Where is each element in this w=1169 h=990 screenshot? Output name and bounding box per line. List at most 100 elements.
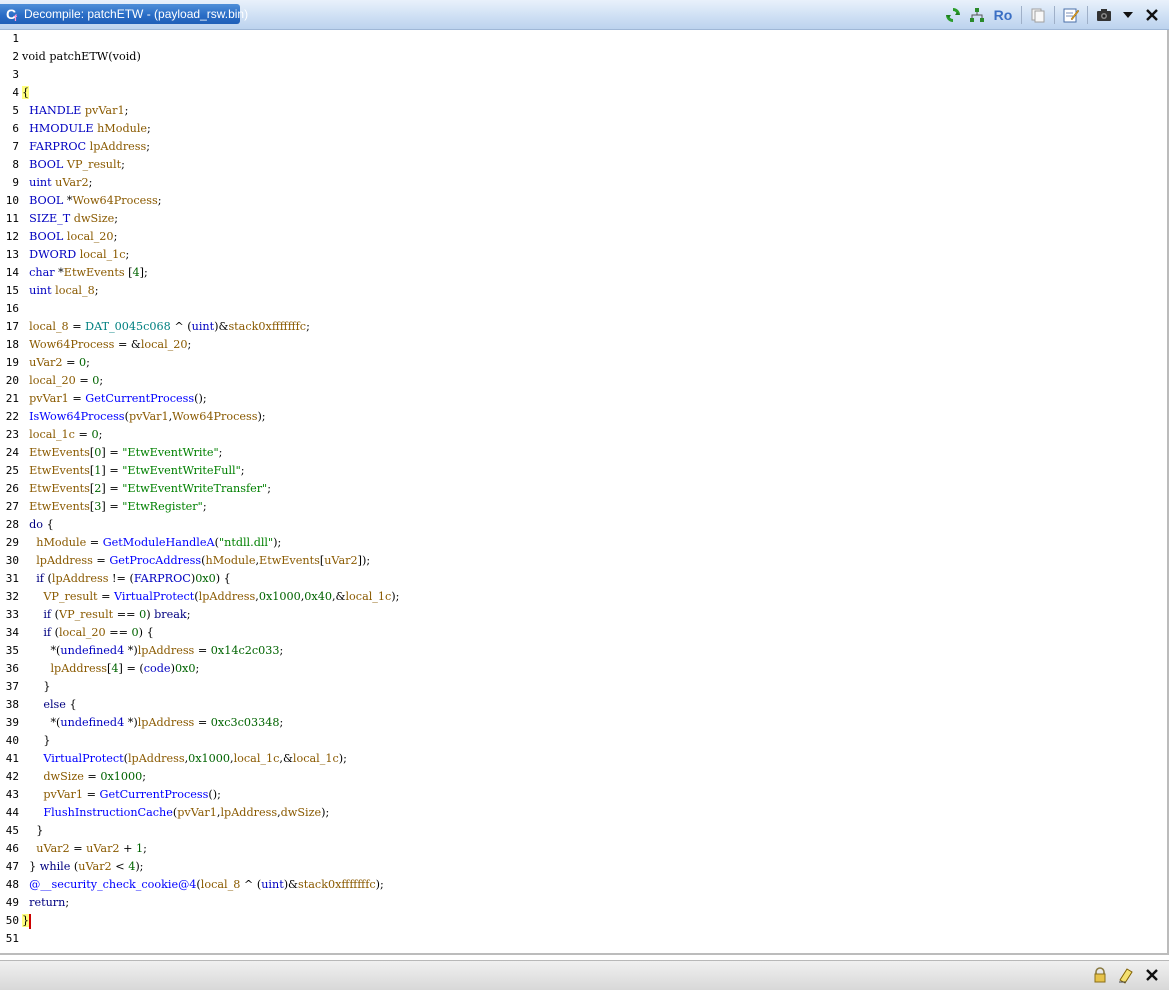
code-token[interactable]: =: [194, 644, 211, 657]
code-token[interactable]: VirtualProtect: [114, 590, 194, 603]
code-line[interactable]: 33 if (VP_result == 0) break;: [0, 606, 1160, 624]
code-line[interactable]: 18 Wow64Process = &local_20;: [0, 336, 1160, 354]
code-token[interactable]: (: [51, 626, 59, 639]
code-token[interactable]: );: [273, 536, 281, 549]
code-line[interactable]: 29 hModule = GetModuleHandleA("ntdll.dll…: [0, 534, 1160, 552]
code-token[interactable]: FlushInstructionCache: [43, 806, 173, 819]
code-token[interactable]: GetModuleHandleA: [103, 536, 215, 549]
code-token[interactable]: {: [43, 518, 54, 531]
code-line[interactable]: 41 VirtualProtect(lpAddress,0x1000,local…: [0, 750, 1160, 768]
code-token[interactable]: local_1c: [345, 590, 391, 603]
code-token[interactable]: ;: [114, 212, 118, 225]
code-token[interactable]: [22, 626, 43, 639]
code-line[interactable]: 40 }: [0, 732, 1160, 750]
code-token[interactable]: stack0xfffffffc: [298, 878, 376, 891]
code-token[interactable]: ;: [126, 248, 130, 261]
code-token[interactable]: if: [36, 572, 44, 585]
code-line[interactable]: 23 local_1c = 0;: [0, 426, 1160, 444]
code-token[interactable]: ,&: [332, 590, 346, 603]
code-line[interactable]: 42 dwSize = 0x1000;: [0, 768, 1160, 786]
code-line[interactable]: 2 void patchETW(void): [0, 48, 1160, 66]
code-token[interactable]: void: [22, 50, 49, 63]
lock-icon[interactable]: [1089, 964, 1111, 986]
code-token[interactable]: = &: [114, 338, 141, 351]
code-token[interactable]: GetProcAddress: [109, 554, 201, 567]
code-token[interactable]: ;: [279, 644, 283, 657]
code-token[interactable]: =: [83, 788, 100, 801]
code-token[interactable]: =: [69, 392, 86, 405]
code-token[interactable]: EtwEvents: [29, 464, 90, 477]
code-token[interactable]: HMODULE: [29, 122, 93, 135]
code-line[interactable]: 26 EtwEvents[2] = "EtwEventWriteTransfer…: [0, 480, 1160, 498]
refresh-icon[interactable]: [942, 4, 964, 26]
code-token[interactable]: hModule: [97, 122, 147, 135]
code-token[interactable]: VP_result: [67, 158, 121, 171]
code-line[interactable]: 50}: [0, 912, 1160, 930]
code-token[interactable]: [22, 608, 43, 621]
code-token[interactable]: Wow64Process: [29, 338, 114, 351]
code-token[interactable]: 0x14c2c033: [211, 644, 280, 657]
code-line[interactable]: 17 local_8 = DAT_0045c068 ^ (uint)&stack…: [0, 318, 1160, 336]
code-token[interactable]: );: [376, 878, 384, 891]
code-token[interactable]: [22, 752, 43, 765]
code-line[interactable]: 1: [0, 30, 1160, 48]
code-line[interactable]: 47 } while (uVar2 < 4);: [0, 858, 1160, 876]
code-token[interactable]: hModule: [36, 536, 86, 549]
code-token[interactable]: +: [120, 842, 137, 855]
code-token[interactable]: local_8: [55, 284, 95, 297]
code-token[interactable]: local_8: [201, 878, 241, 891]
code-token[interactable]: local_20: [29, 374, 76, 387]
code-token[interactable]: != (: [108, 572, 134, 585]
code-token[interactable]: =: [194, 716, 211, 729]
copy-icon[interactable]: [1027, 4, 1049, 26]
code-token[interactable]: );: [391, 590, 399, 603]
code-line[interactable]: 12 BOOL local_20;: [0, 228, 1160, 246]
code-token[interactable]: =: [75, 428, 92, 441]
code-line[interactable]: 38 else {: [0, 696, 1160, 714]
code-token[interactable]: =: [69, 320, 86, 333]
code-token[interactable]: =: [76, 374, 93, 387]
code-token[interactable]: GetCurrentProcess: [85, 392, 194, 405]
code-token[interactable]: );: [135, 860, 143, 873]
code-token[interactable]: else: [43, 698, 66, 711]
code-token[interactable]: "EtwEventWriteTransfer": [122, 482, 267, 495]
code-token[interactable]: undefined4: [60, 716, 124, 729]
code-token[interactable]: Wow64Process: [172, 410, 257, 423]
code-line[interactable]: 35 *(undefined4 *)lpAddress = 0x14c2c033…: [0, 642, 1160, 660]
code-token[interactable]: DWORD: [29, 248, 76, 261]
code-line[interactable]: 10 BOOL *Wow64Process;: [0, 192, 1160, 210]
code-token[interactable]: "EtwRegister": [122, 500, 203, 513]
code-token[interactable]: );: [257, 410, 265, 423]
code-token[interactable]: );: [339, 752, 347, 765]
code-token[interactable]: ]);: [358, 554, 371, 567]
code-token[interactable]: "EtwEventWrite": [122, 446, 218, 459]
code-line[interactable]: 46 uVar2 = uVar2 + 1;: [0, 840, 1160, 858]
code-token[interactable]: }: [22, 734, 50, 747]
code-token[interactable]: ) {: [216, 572, 231, 585]
code-token[interactable]: ) {: [139, 626, 154, 639]
code-token[interactable]: ;: [125, 104, 129, 117]
code-token[interactable]: ;: [188, 338, 192, 351]
code-token[interactable]: ;: [95, 284, 99, 297]
code-token[interactable]: )&: [214, 320, 228, 333]
code-line[interactable]: 44 FlushInstructionCache(pvVar1,lpAddres…: [0, 804, 1160, 822]
code-token[interactable]: ;: [306, 320, 310, 333]
code-token[interactable]: lpAddress: [220, 806, 277, 819]
code-token[interactable]: 0x1000: [100, 770, 142, 783]
code-token[interactable]: if: [43, 626, 51, 639]
code-token[interactable]: [22, 698, 43, 711]
code-token[interactable]: DAT_0045c068: [85, 320, 171, 333]
code-token[interactable]: ;: [267, 482, 271, 495]
code-token[interactable]: ;: [187, 608, 191, 621]
code-token[interactable]: 0: [91, 428, 98, 441]
code-token[interactable]: local_1c: [80, 248, 126, 261]
code-token[interactable]: EtwEvents: [259, 554, 320, 567]
code-token[interactable]: lpAddress: [36, 554, 93, 567]
code-token[interactable]: uVar2: [324, 554, 357, 567]
code-line[interactable]: 34 if (local_20 == 0) {: [0, 624, 1160, 642]
code-token[interactable]: uVar2: [29, 356, 62, 369]
code-token[interactable]: code: [144, 662, 171, 675]
code-token[interactable]: 0x1000: [259, 590, 301, 603]
code-line[interactable]: 15 uint local_8;: [0, 282, 1160, 300]
code-token[interactable]: 0x0: [195, 572, 216, 585]
